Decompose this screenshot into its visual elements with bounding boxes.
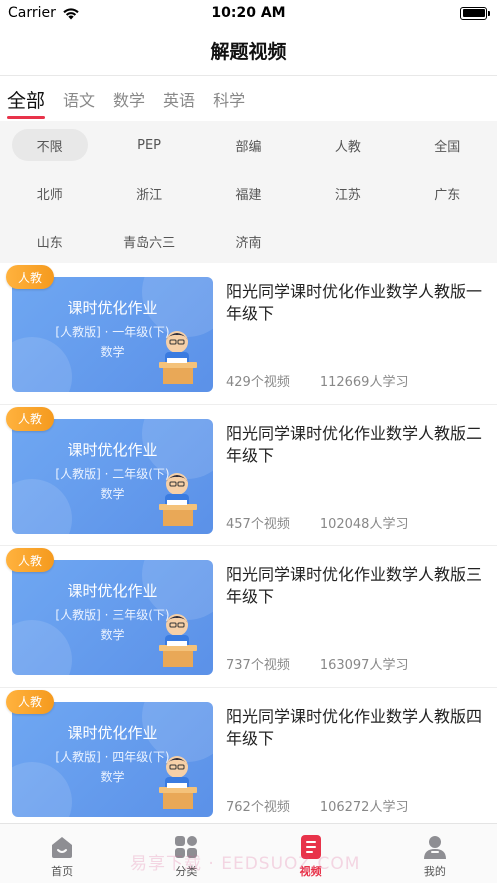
course-list: 人教 课时优化作业 [人教版] · 一年级(下) 数学 阳光同学课时优化作业数学…: [0, 263, 497, 829]
tab-english[interactable]: 英语: [163, 77, 195, 121]
video-count: 762个视频: [226, 799, 290, 815]
home-icon: [52, 837, 73, 858]
filter-chip-jinan[interactable]: 济南: [199, 225, 298, 257]
thumb-title: 课时优化作业: [67, 299, 158, 317]
tab-all[interactable]: 全部: [7, 77, 46, 121]
thumb-title: 课时优化作业: [67, 440, 158, 459]
video-count: 429个视频: [226, 375, 290, 390]
tabbar-home-label: 首页: [51, 865, 74, 878]
filter-chip-guangdong[interactable]: 广东: [398, 177, 497, 209]
thumb-title: 课时优化作业: [67, 723, 158, 742]
filter-chip-pep[interactable]: PEP: [99, 129, 198, 161]
filter-chip-shandong[interactable]: 山东: [0, 225, 99, 257]
carrier-label: Carrier: [8, 5, 56, 21]
filter-grid: 不限 PEP 部编 人教 全国 北师 浙江 福建 江苏 广东 山东 青岛六三 济…: [0, 129, 497, 257]
course-meta: 737个视频 163097人学习: [226, 654, 408, 673]
tab-math[interactable]: 数学: [113, 77, 145, 121]
tabbar-video-label: 视频: [299, 865, 322, 878]
filter-chip-beishi[interactable]: 北师: [0, 177, 99, 209]
bottom-tab-bar: 首页 分类 视频 我的: [0, 823, 497, 883]
subject-tabs: 全部 语文 数学 英语 科学: [0, 77, 497, 121]
publisher-badge: 人教: [6, 548, 55, 572]
tab-chinese[interactable]: 语文: [63, 77, 95, 121]
student-illustration-icon: [159, 331, 197, 384]
learner-count: 163097人学习: [319, 658, 409, 673]
learner-count: 106272人学习: [319, 799, 409, 815]
publisher-badge: 人教: [6, 689, 55, 714]
publisher-badge: 人教: [6, 406, 55, 431]
tabbar-category-label: 分类: [175, 865, 198, 878]
filter-chip-renjiao[interactable]: 人教: [298, 129, 397, 161]
course-title[interactable]: 阳光同学课时优化作业数学人教版一年级下: [226, 281, 488, 325]
course-item[interactable]: 人教 课时优化作业 [人教版] · 二年级(下) 数学 阳光同学课时优化作业数学…: [0, 405, 497, 546]
wifi-icon: [63, 7, 79, 19]
filter-chip-jiangsu[interactable]: 江苏: [298, 177, 397, 209]
battery-icon: [460, 6, 490, 20]
course-thumbnail[interactable]: 课时优化作业 [人教版] · 一年级(下) 数学: [12, 277, 213, 392]
student-illustration-icon: [159, 755, 197, 809]
thumb-title: 课时优化作业: [67, 582, 158, 600]
filter-chip-national[interactable]: 全国: [398, 129, 497, 161]
course-item[interactable]: 人教 课时优化作业 [人教版] · 四年级(下) 数学 阳光同学课时优化作业数学…: [0, 688, 497, 829]
course-item[interactable]: 人教 课时优化作业 [人教版] · 一年级(下) 数学 阳光同学课时优化作业数学…: [0, 263, 497, 405]
course-title[interactable]: 阳光同学课时优化作业数学人教版四年级下: [226, 706, 488, 750]
course-thumbnail[interactable]: 课时优化作业 [人教版] · 四年级(下) 数学: [12, 701, 213, 817]
status-left: Carrier: [8, 5, 80, 21]
course-meta: 762个视频 106272人学习: [226, 796, 408, 815]
profile-icon: [423, 836, 446, 859]
tabbar-profile[interactable]: 我的: [373, 824, 497, 883]
student-illustration-icon: [159, 472, 197, 526]
video-count: 737个视频: [226, 658, 290, 673]
publisher-badge: 人教: [6, 265, 55, 289]
video-list-icon: [300, 835, 321, 859]
filter-chip-bubian[interactable]: 部编: [199, 129, 298, 161]
course-item[interactable]: 人教 课时优化作业 [人教版] · 三年级(下) 数学 阳光同学课时优化作业数学…: [0, 546, 497, 688]
filter-chip-zhejiang[interactable]: 浙江: [99, 177, 198, 209]
course-meta: 429个视频 112669人学习: [226, 371, 408, 390]
filter-chip-unlimited[interactable]: 不限: [0, 129, 99, 161]
video-count: 457个视频: [226, 516, 290, 532]
filter-panel: 不限 PEP 部编 人教 全国 北师 浙江 福建 江苏 广东 山东 青岛六三 济…: [0, 121, 497, 263]
tabbar-video[interactable]: 视频: [249, 824, 373, 883]
page-title: 解题视频: [0, 26, 497, 76]
course-title[interactable]: 阳光同学课时优化作业数学人教版二年级下: [226, 423, 488, 467]
tabbar-home[interactable]: 首页: [0, 824, 124, 883]
filter-chip-fujian[interactable]: 福建: [199, 177, 298, 209]
tabbar-profile-label: 我的: [423, 865, 446, 878]
filter-chip-qingdao[interactable]: 青岛六三: [99, 225, 198, 257]
student-illustration-icon: [159, 614, 197, 667]
course-title[interactable]: 阳光同学课时优化作业数学人教版三年级下: [226, 564, 488, 608]
tab-science[interactable]: 科学: [213, 77, 245, 121]
course-meta: 457个视频 102048人学习: [226, 513, 408, 532]
tabbar-category[interactable]: 分类: [124, 824, 248, 883]
course-thumbnail[interactable]: 课时优化作业 [人教版] · 三年级(下) 数学: [12, 560, 213, 675]
course-thumbnail[interactable]: 课时优化作业 [人教版] · 二年级(下) 数学: [12, 418, 213, 534]
learner-count: 102048人学习: [319, 516, 409, 532]
learner-count: 112669人学习: [319, 375, 409, 390]
category-icon: [175, 836, 198, 858]
status-bar: Carrier 10:20 AM: [0, 0, 497, 26]
